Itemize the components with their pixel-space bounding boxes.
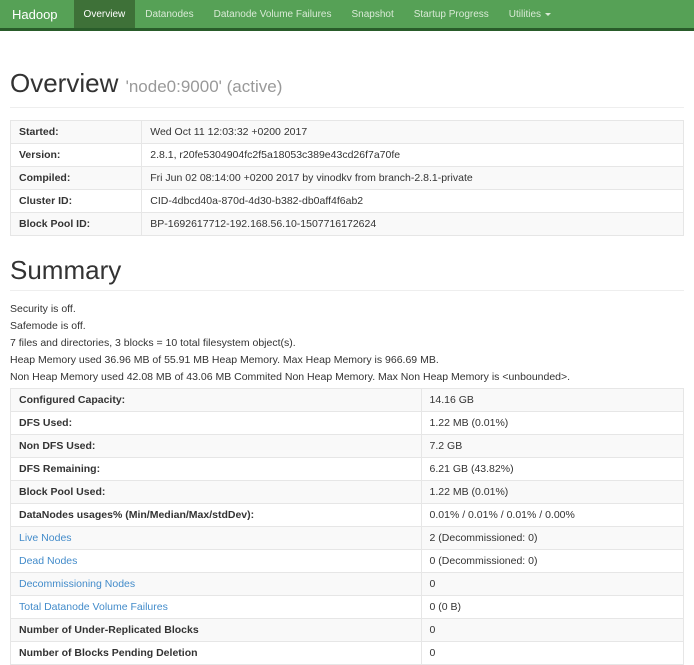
nav-item-startup-progress: Startup Progress (404, 0, 499, 28)
table-row: Compiled: Fri Jun 02 08:14:00 +0200 2017… (11, 167, 684, 190)
block-pool-used-label: Block Pool Used: (11, 481, 422, 504)
volume-failures-cell: Total Datanode Volume Failures (11, 596, 422, 619)
live-nodes-value: 2 (Decommissioned: 0) (421, 527, 683, 550)
under-replicated-blocks-value: 0 (421, 619, 683, 642)
started-label: Started: (11, 121, 142, 144)
filesystem-objects-text: 7 files and directories, 3 blocks = 10 t… (10, 337, 684, 349)
non-dfs-used-label: Non DFS Used: (11, 435, 422, 458)
dfs-used-value: 1.22 MB (0.01%) (421, 412, 683, 435)
table-row: Version: 2.8.1, r20fe5304904fc2f5a18053c… (11, 144, 684, 167)
table-row: Started: Wed Oct 11 12:03:32 +0200 2017 (11, 121, 684, 144)
decommissioning-nodes-link[interactable]: Decommissioning Nodes (19, 578, 135, 590)
datanodes-usages-label: DataNodes usages% (Min/Median/Max/stdDev… (11, 504, 422, 527)
nav-item-overview: Overview (74, 0, 136, 28)
live-nodes-link[interactable]: Live Nodes (19, 532, 72, 544)
table-row: Cluster ID: CID-4dbcd40a-870d-4d30-b382-… (11, 190, 684, 213)
table-row: Non DFS Used: 7.2 GB (11, 435, 684, 458)
summary-heading: Summary (10, 256, 684, 284)
block-pool-used-value: 1.22 MB (0.01%) (421, 481, 683, 504)
overview-divider (10, 107, 684, 108)
decommissioning-nodes-value: 0 (421, 573, 683, 596)
dead-nodes-value: 0 (Decommissioned: 0) (421, 550, 683, 573)
non-heap-memory-text: Non Heap Memory used 42.08 MB of 43.06 M… (10, 371, 684, 383)
nav-item-datanodes: Datanodes (135, 0, 203, 28)
nav-item-snapshot: Snapshot (341, 0, 403, 28)
table-row: DFS Used: 1.22 MB (0.01%) (11, 412, 684, 435)
compiled-label: Compiled: (11, 167, 142, 190)
blocks-pending-deletion-label: Number of Blocks Pending Deletion (11, 642, 422, 665)
hadoop-brand-link[interactable]: Hadoop (0, 0, 74, 28)
table-row: DFS Remaining: 6.21 GB (43.82%) (11, 458, 684, 481)
safemode-status-text: Safemode is off. (10, 320, 684, 332)
volume-failures-link[interactable]: Total Datanode Volume Failures (19, 601, 168, 613)
decommissioning-nodes-cell: Decommissioning Nodes (11, 573, 422, 596)
table-row: DataNodes usages% (Min/Median/Max/stdDev… (11, 504, 684, 527)
blocks-pending-deletion-value: 0 (421, 642, 683, 665)
version-value: 2.8.1, r20fe5304904fc2f5a18053c389e43cd2… (142, 144, 684, 167)
block-pool-id-value: BP-1692617712-192.168.56.10-150771617262… (142, 213, 684, 236)
table-row: Dead Nodes 0 (Decommissioned: 0) (11, 550, 684, 573)
table-row: Block Pool ID: BP-1692617712-192.168.56.… (11, 213, 684, 236)
dead-nodes-cell: Dead Nodes (11, 550, 422, 573)
started-value: Wed Oct 11 12:03:32 +0200 2017 (142, 121, 684, 144)
summary-stats-table: Configured Capacity: 14.16 GB DFS Used: … (10, 388, 684, 665)
table-row: Configured Capacity: 14.16 GB (11, 389, 684, 412)
nav-link-utilities-dropdown[interactable]: Utilities (499, 0, 561, 28)
nav-link-snapshot[interactable]: Snapshot (341, 0, 403, 28)
cluster-id-value: CID-4dbcd40a-870d-4d30-b382-db0aff4f6ab2 (142, 190, 684, 213)
live-nodes-cell: Live Nodes (11, 527, 422, 550)
top-navbar: Hadoop Overview Datanodes Datanode Volum… (0, 0, 694, 31)
non-dfs-used-value: 7.2 GB (421, 435, 683, 458)
heap-memory-text: Heap Memory used 36.96 MB of 55.91 MB He… (10, 354, 684, 366)
nav-link-utilities-label: Utilities (509, 9, 541, 20)
volume-failures-value: 0 (0 B) (421, 596, 683, 619)
summary-divider (10, 290, 684, 291)
overview-heading: Overview 'node0:9000' (active) (10, 69, 684, 101)
table-row: Total Datanode Volume Failures 0 (0 B) (11, 596, 684, 619)
under-replicated-blocks-label: Number of Under-Replicated Blocks (11, 619, 422, 642)
dfs-used-label: DFS Used: (11, 412, 422, 435)
version-label: Version: (11, 144, 142, 167)
block-pool-id-label: Block Pool ID: (11, 213, 142, 236)
cluster-id-label: Cluster ID: (11, 190, 142, 213)
caret-down-icon (545, 13, 551, 16)
security-status-text: Security is off. (10, 303, 684, 315)
nav-item-datanode-volume-failures: Datanode Volume Failures (204, 0, 342, 28)
dead-nodes-link[interactable]: Dead Nodes (19, 555, 77, 567)
namenode-address-status: 'node0:9000' (active) (126, 77, 283, 96)
dfs-remaining-value: 6.21 GB (43.82%) (421, 458, 683, 481)
page-content: Overview 'node0:9000' (active) Started: … (0, 69, 694, 665)
configured-capacity-value: 14.16 GB (421, 389, 683, 412)
table-row: Number of Under-Replicated Blocks 0 (11, 619, 684, 642)
nav-item-utilities: Utilities (499, 0, 561, 28)
compiled-value: Fri Jun 02 08:14:00 +0200 2017 by vinodk… (142, 167, 684, 190)
overview-info-table: Started: Wed Oct 11 12:03:32 +0200 2017 … (10, 120, 684, 236)
navbar-menu: Overview Datanodes Datanode Volume Failu… (74, 0, 561, 28)
nav-link-datanode-volume-failures[interactable]: Datanode Volume Failures (204, 0, 342, 28)
table-row: Number of Blocks Pending Deletion 0 (11, 642, 684, 665)
nav-link-overview[interactable]: Overview (74, 0, 136, 28)
datanodes-usages-value: 0.01% / 0.01% / 0.01% / 0.00% (421, 504, 683, 527)
table-row: Decommissioning Nodes 0 (11, 573, 684, 596)
nav-link-startup-progress[interactable]: Startup Progress (404, 0, 499, 28)
table-row: Block Pool Used: 1.22 MB (0.01%) (11, 481, 684, 504)
table-row: Live Nodes 2 (Decommissioned: 0) (11, 527, 684, 550)
configured-capacity-label: Configured Capacity: (11, 389, 422, 412)
overview-title-text: Overview (10, 68, 118, 98)
dfs-remaining-label: DFS Remaining: (11, 458, 422, 481)
nav-link-datanodes[interactable]: Datanodes (135, 0, 203, 28)
